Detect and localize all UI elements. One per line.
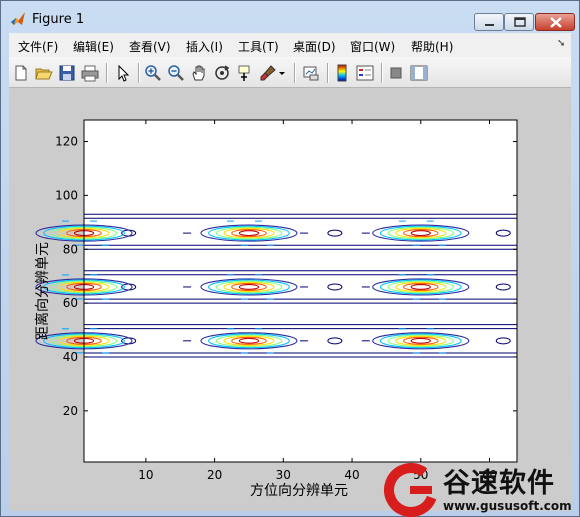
y-tick-label: 20 [63,404,78,418]
hide-plot-tools-icon[interactable] [387,64,405,82]
zoom-out-icon[interactable] [167,64,185,82]
x-axis-label: 方位向分辨单元 [250,483,348,499]
y-tick-label: 120 [55,135,78,149]
window-title: Figure 1 [32,12,85,27]
matlab-logo-icon [11,12,25,25]
colorbar-icon[interactable] [333,64,351,82]
brush-icon[interactable] [259,64,277,82]
figure-client-area: 文件(F) 编辑(E) 查看(V) 插入(I) 工具(T) 桌面(D) 窗口(W… [9,33,571,511]
legend-icon[interactable] [356,64,374,82]
menu-file[interactable]: 文件(F) [18,38,58,55]
y-tick-label: 100 [55,188,78,202]
y-tick-label: 60 [63,296,78,310]
edit-plot-arrow-icon[interactable] [114,64,132,82]
menu-window[interactable]: 窗口(W) [350,38,395,55]
figure-canvas: 10 20 30 40 50 60 20 40 60 80 100 120 方位向分辨单元 距离向分辨… [9,88,571,511]
close-button[interactable] [535,13,575,31]
maximize-button[interactable] [504,13,534,31]
link-plot-icon[interactable] [302,64,320,82]
rotate-3d-icon[interactable] [213,64,231,82]
watermark-url: www.gususoft.com [443,499,572,513]
contour-plot[interactable]: 10 20 30 40 50 6020406080100120 方位向分辨单元 距离向分辨… [9,88,571,511]
zoom-in-icon[interactable] [144,64,162,82]
maximize-icon [514,17,526,27]
menu-desktop[interactable]: 桌面(D) [293,38,336,55]
minimize-icon [485,24,494,26]
menu-tools[interactable]: 工具(T) [238,38,279,55]
data-cursor-icon[interactable] [236,64,254,82]
menu-help[interactable]: 帮助(H) [411,38,453,55]
gusu-logo-icon [384,463,438,517]
watermark-brand: 谷速软件 [443,468,555,499]
brush-dropdown-icon[interactable] [277,64,287,82]
y-axis-label: 距离向分辨单元 [34,242,51,340]
minimize-button[interactable] [474,13,504,31]
show-plot-tools-icon[interactable] [410,64,428,82]
menu-insert[interactable]: 插入(I) [186,38,223,55]
open-file-icon[interactable] [35,64,53,82]
save-icon[interactable] [58,64,76,82]
watermark: 谷速软件 www.gususoft.com [380,463,580,517]
new-figure-icon[interactable] [12,64,30,82]
print-icon[interactable] [81,64,99,82]
close-icon [550,17,562,28]
figure-toolbar [9,57,571,88]
pan-hand-icon[interactable] [190,64,208,82]
x-tick-label: 40 [344,468,359,482]
y-tick-label: 80 [63,242,78,256]
y-tick-label: 40 [63,350,78,364]
figure-window: Figure 1 文件(F) 编辑(E) 查看(V) 插入(I) 工具(T) 桌… [0,0,580,517]
title-bar[interactable]: Figure 1 [1,1,579,33]
menu-edit[interactable]: 编辑(E) [73,38,114,55]
menu-view[interactable]: 查看(V) [129,38,171,55]
x-tick-label: 30 [276,468,291,482]
menu-bar: 文件(F) 编辑(E) 查看(V) 插入(I) 工具(T) 桌面(D) 窗口(W… [9,33,571,57]
x-tick-label: 10 [138,468,153,482]
x-tick-label: 20 [207,468,222,482]
menu-dock-arrow-icon[interactable]: ➘ [557,38,565,49]
